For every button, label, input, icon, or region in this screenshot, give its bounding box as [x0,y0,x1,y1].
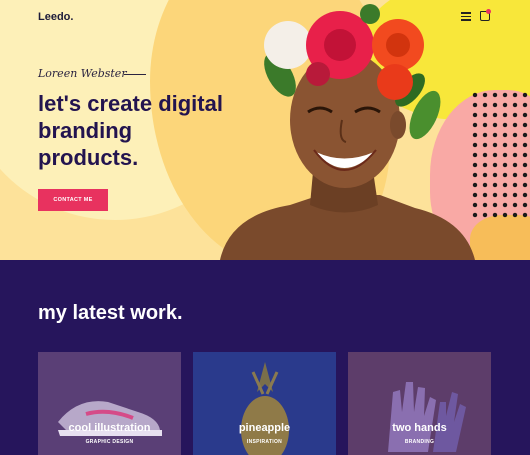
signature-divider [124,74,146,75]
card-category: INSPIRATION [246,439,283,445]
hero-section: Leedo. Loreen Webster let's create digit… [0,0,530,260]
menu-icon[interactable] [461,12,471,21]
hero-headline: let's create digital branding products. [38,91,223,170]
card-category: GRAPHIC DESIGN [85,439,134,445]
section-title: my latest work. [38,302,183,324]
site-logo[interactable]: Leedo. [38,11,73,23]
author-signature: Loreen Webster [38,67,127,80]
contact-me-button[interactable]: CONTACT ME [38,189,108,211]
hero-portrait-image [220,4,475,260]
card-title: pineapple [238,422,291,434]
work-card[interactable]: pineapple INSPIRATION [193,352,336,455]
work-card[interactable]: cool illustration GRAPHIC DESIGN [38,352,181,455]
card-title: two hands [392,422,447,434]
card-title: cool illustration [68,422,151,434]
work-card[interactable]: two hands BRANDING [348,352,491,455]
card-category: BRANDING [404,439,435,445]
cart-badge [486,9,491,14]
